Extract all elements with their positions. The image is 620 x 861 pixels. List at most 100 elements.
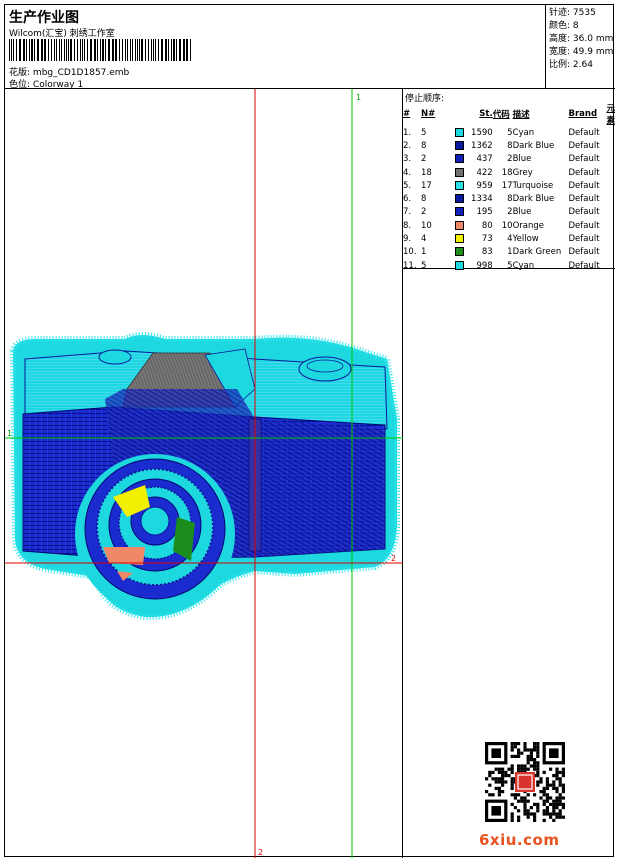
qr-module	[558, 783, 562, 787]
qr-module	[491, 793, 495, 797]
stop-needle: 5	[420, 127, 427, 138]
qr-module	[501, 783, 505, 787]
qr-module	[510, 780, 514, 784]
design-preview-area: 1 1 2 2	[5, 89, 403, 858]
qr-module	[533, 742, 537, 746]
color-swatch	[454, 234, 464, 244]
qr-module	[555, 812, 559, 816]
qr-module	[513, 793, 517, 797]
barcode-bar	[115, 39, 117, 61]
qr-module	[561, 802, 565, 806]
qr-module	[536, 754, 540, 758]
barcode-bar	[82, 39, 83, 61]
left-dial	[98, 349, 132, 365]
stop-element	[606, 246, 615, 259]
qr-finder	[491, 806, 501, 816]
design-stats: 针迹: 7535 颜色: 8 高度: 36.0 mm 宽度: 49.9 mm 比…	[545, 5, 615, 89]
stop-stitches: 1590	[471, 127, 493, 138]
stop-row: 2. 8 1362 8 Dark Blue Default	[403, 139, 615, 152]
stop-code: 10	[501, 220, 513, 231]
qr-module	[526, 815, 530, 819]
barcode-bar	[168, 39, 169, 61]
qr-module	[517, 809, 521, 813]
stop-description: Cyan	[512, 127, 535, 138]
qr-module	[510, 818, 514, 822]
qr-module	[501, 774, 505, 778]
barcode-bar	[84, 39, 85, 61]
barcode-bar	[87, 39, 88, 61]
stop-description: Grey	[512, 167, 533, 178]
watermark-text: 6xiu.com	[479, 831, 560, 849]
stop-index: 9.	[403, 234, 412, 245]
qr-module	[513, 754, 517, 758]
qr-module	[552, 799, 556, 803]
barcode-bar	[139, 39, 140, 61]
qr-module	[555, 806, 559, 810]
stop-row: 6. 8 1334 8 Dark Blue Default	[403, 192, 615, 205]
barcode-bar	[37, 39, 39, 61]
stop-brand: Default	[568, 180, 600, 191]
stop-needle: 8	[420, 140, 427, 151]
qr-module	[497, 786, 501, 790]
barcode-bar	[105, 39, 106, 61]
stat-scale: 比例: 2.64	[549, 60, 593, 70]
stop-index: 2.	[403, 140, 412, 151]
qr-module	[497, 790, 501, 794]
qr-module	[526, 761, 530, 765]
qr-module	[555, 770, 559, 774]
barcode-bar	[19, 39, 21, 61]
qr-module	[539, 790, 543, 794]
stop-row: 9. 4 73 4 Yellow Default	[403, 232, 615, 245]
qr-module	[510, 777, 514, 781]
qr-module	[545, 786, 549, 790]
qr-module	[510, 812, 514, 816]
barcode-bar	[190, 39, 191, 61]
qr-module	[558, 796, 562, 800]
barcode-bar	[148, 39, 149, 61]
qr-module	[545, 809, 549, 813]
stop-stitches: 1334	[471, 194, 493, 205]
barcode-bar	[23, 39, 25, 61]
qr-module	[536, 742, 540, 746]
stop-element	[606, 153, 615, 166]
stop-element	[606, 206, 615, 219]
stop-needle: 8	[420, 194, 427, 205]
barcode-bar	[80, 39, 81, 61]
barcode-bar	[161, 39, 163, 61]
barcode-bar	[74, 39, 75, 61]
qr-module	[510, 748, 514, 752]
qr-module	[507, 767, 511, 771]
qr-module	[488, 774, 492, 778]
qr-module	[529, 764, 533, 768]
stop-element	[606, 219, 615, 232]
qr-module	[485, 777, 489, 781]
qr-module	[497, 767, 501, 771]
stop-stitches: 998	[476, 260, 493, 271]
barcode-bar	[102, 39, 104, 61]
stop-color-swatch-cell	[454, 219, 467, 232]
stop-brand: Default	[568, 220, 600, 231]
sheet-header: 生产作业图 Wilcom(汇宝) 刺绣工作室 花版: mbg_CD1D1857.…	[5, 5, 615, 90]
qr-module	[510, 754, 514, 758]
stop-row: 7. 2 195 2 Blue Default	[403, 206, 615, 219]
stop-color-swatch-cell	[454, 166, 467, 179]
guide-label-top: 1	[356, 93, 361, 102]
barcode-bar	[64, 39, 65, 61]
stop-needle: 18	[420, 167, 432, 178]
qr-module	[549, 783, 553, 787]
stop-element	[606, 192, 615, 205]
qr-module	[517, 793, 521, 797]
qr-module	[510, 764, 514, 768]
stop-description: Blue	[512, 154, 532, 165]
qr-module	[523, 767, 527, 771]
barcode-bar	[41, 39, 43, 61]
qr-module	[533, 818, 537, 822]
qr-module	[539, 780, 543, 784]
qr-module	[536, 802, 540, 806]
stop-color-swatch-cell	[454, 206, 467, 219]
right-dial	[298, 356, 352, 382]
stop-description: Dark Green	[512, 247, 562, 258]
stop-element	[606, 126, 615, 139]
qr-module	[542, 786, 546, 790]
stop-row: 4. 18 422 18 Grey Default	[403, 166, 615, 179]
